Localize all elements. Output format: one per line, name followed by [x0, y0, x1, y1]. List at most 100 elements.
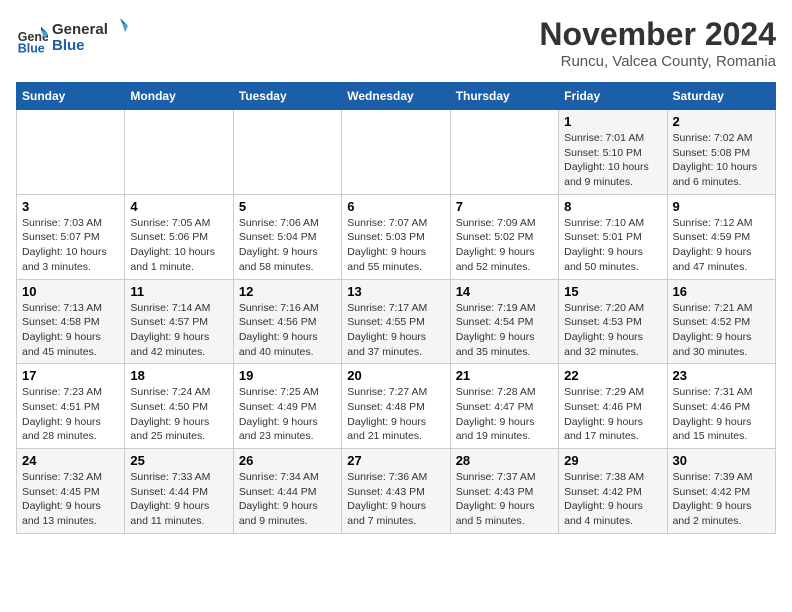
day-info: Sunrise: 7:12 AM Sunset: 4:59 PM Dayligh…	[673, 216, 770, 275]
calendar-cell: 14 Sunrise: 7:19 AM Sunset: 4:54 PM Dayli…	[450, 279, 558, 364]
calendar-cell: 9 Sunrise: 7:12 AM Sunset: 4:59 PM Daylig…	[667, 194, 775, 279]
day-number: 10	[22, 284, 119, 299]
calendar-cell: 16 Sunrise: 7:21 AM Sunset: 4:52 PM Dayli…	[667, 279, 775, 364]
day-info: Sunrise: 7:13 AM Sunset: 4:58 PM Dayligh…	[22, 301, 119, 360]
month-title: November 2024	[539, 16, 776, 53]
logo-svg: General Blue	[52, 16, 132, 56]
day-info: Sunrise: 7:28 AM Sunset: 4:47 PM Dayligh…	[456, 385, 553, 444]
calendar-cell	[342, 110, 450, 195]
day-number: 11	[130, 284, 227, 299]
day-number: 23	[673, 368, 770, 383]
day-info: Sunrise: 7:34 AM Sunset: 4:44 PM Dayligh…	[239, 470, 336, 529]
day-info: Sunrise: 7:23 AM Sunset: 4:51 PM Dayligh…	[22, 385, 119, 444]
calendar-cell: 15Sunrise: 7:20 AM Sunset: 4:53 PM Dayli…	[559, 279, 667, 364]
calendar-cell: 28 Sunrise: 7:37 AM Sunset: 4:43 PM Dayli…	[450, 449, 558, 534]
calendar-table: SundayMondayTuesdayWednesdayThursdayFrid…	[16, 82, 776, 534]
calendar-cell: 1Sunrise: 7:01 AM Sunset: 5:10 PM Daylig…	[559, 110, 667, 195]
calendar-week-row: 24 Sunrise: 7:32 AM Sunset: 4:45 PM Dayli…	[17, 449, 776, 534]
calendar-cell: 8Sunrise: 7:10 AM Sunset: 5:01 PM Daylig…	[559, 194, 667, 279]
day-number: 2	[673, 114, 770, 129]
calendar-cell: 25 Sunrise: 7:33 AM Sunset: 4:44 PM Dayli…	[125, 449, 233, 534]
calendar-cell: 7 Sunrise: 7:09 AM Sunset: 5:02 PM Daylig…	[450, 194, 558, 279]
calendar-cell: 13 Sunrise: 7:17 AM Sunset: 4:55 PM Dayli…	[342, 279, 450, 364]
calendar-cell: 24 Sunrise: 7:32 AM Sunset: 4:45 PM Dayli…	[17, 449, 125, 534]
calendar-cell: 3Sunrise: 7:03 AM Sunset: 5:07 PM Daylig…	[17, 194, 125, 279]
calendar-week-row: 10 Sunrise: 7:13 AM Sunset: 4:58 PM Dayli…	[17, 279, 776, 364]
day-info: Sunrise: 7:09 AM Sunset: 5:02 PM Dayligh…	[456, 216, 553, 275]
svg-text:General: General	[52, 21, 108, 38]
header: General Blue General Blue November 2024 …	[16, 16, 776, 70]
day-info: Sunrise: 7:17 AM Sunset: 4:55 PM Dayligh…	[347, 301, 444, 360]
day-info: Sunrise: 7:21 AM Sunset: 4:52 PM Dayligh…	[673, 301, 770, 360]
day-number: 24	[22, 453, 119, 468]
calendar-cell: 2Sunrise: 7:02 AM Sunset: 5:08 PM Daylig…	[667, 110, 775, 195]
weekday-header-sunday: Sunday	[17, 83, 125, 110]
svg-text:Blue: Blue	[18, 41, 45, 55]
logo-icon: General Blue	[16, 23, 48, 55]
day-number: 28	[456, 453, 553, 468]
calendar-cell	[125, 110, 233, 195]
day-number: 7	[456, 199, 553, 214]
calendar-cell: 17 Sunrise: 7:23 AM Sunset: 4:51 PM Dayli…	[17, 364, 125, 449]
calendar-cell: 5Sunrise: 7:06 AM Sunset: 5:04 PM Daylig…	[233, 194, 341, 279]
calendar-week-row: 17 Sunrise: 7:23 AM Sunset: 4:51 PM Dayli…	[17, 364, 776, 449]
day-number: 4	[130, 199, 227, 214]
day-number: 9	[673, 199, 770, 214]
calendar-cell: 6Sunrise: 7:07 AM Sunset: 5:03 PM Daylig…	[342, 194, 450, 279]
day-number: 14	[456, 284, 553, 299]
day-number: 21	[456, 368, 553, 383]
day-info: Sunrise: 7:29 AM Sunset: 4:46 PM Dayligh…	[564, 385, 661, 444]
day-info: Sunrise: 7:24 AM Sunset: 4:50 PM Dayligh…	[130, 385, 227, 444]
day-number: 25	[130, 453, 227, 468]
weekday-header-row: SundayMondayTuesdayWednesdayThursdayFrid…	[17, 83, 776, 110]
day-number: 19	[239, 368, 336, 383]
calendar-cell: 12 Sunrise: 7:16 AM Sunset: 4:56 PM Dayli…	[233, 279, 341, 364]
day-number: 30	[673, 453, 770, 468]
day-number: 26	[239, 453, 336, 468]
day-info: Sunrise: 7:37 AM Sunset: 4:43 PM Dayligh…	[456, 470, 553, 529]
calendar-cell: 11 Sunrise: 7:14 AM Sunset: 4:57 PM Dayli…	[125, 279, 233, 364]
calendar-cell: 19 Sunrise: 7:25 AM Sunset: 4:49 PM Dayli…	[233, 364, 341, 449]
calendar-cell: 23 Sunrise: 7:31 AM Sunset: 4:46 PM Dayli…	[667, 364, 775, 449]
day-info: Sunrise: 7:32 AM Sunset: 4:45 PM Dayligh…	[22, 470, 119, 529]
day-info: Sunrise: 7:14 AM Sunset: 4:57 PM Dayligh…	[130, 301, 227, 360]
day-number: 17	[22, 368, 119, 383]
day-info: Sunrise: 7:06 AM Sunset: 5:04 PM Dayligh…	[239, 216, 336, 275]
day-info: Sunrise: 7:39 AM Sunset: 4:42 PM Dayligh…	[673, 470, 770, 529]
calendar-cell: 30 Sunrise: 7:39 AM Sunset: 4:42 PM Dayli…	[667, 449, 775, 534]
day-info: Sunrise: 7:03 AM Sunset: 5:07 PM Dayligh…	[22, 216, 119, 275]
day-number: 20	[347, 368, 444, 383]
weekday-header-monday: Monday	[125, 83, 233, 110]
day-info: Sunrise: 7:10 AM Sunset: 5:01 PM Dayligh…	[564, 216, 661, 275]
day-number: 29	[564, 453, 661, 468]
weekday-header-thursday: Thursday	[450, 83, 558, 110]
day-info: Sunrise: 7:05 AM Sunset: 5:06 PM Dayligh…	[130, 216, 227, 275]
logo: General Blue General Blue	[16, 16, 132, 61]
day-info: Sunrise: 7:36 AM Sunset: 4:43 PM Dayligh…	[347, 470, 444, 529]
calendar-cell: 29 Sunrise: 7:38 AM Sunset: 4:42 PM Dayli…	[559, 449, 667, 534]
calendar-cell	[17, 110, 125, 195]
day-info: Sunrise: 7:25 AM Sunset: 4:49 PM Dayligh…	[239, 385, 336, 444]
weekday-header-friday: Friday	[559, 83, 667, 110]
location-subtitle: Runcu, Valcea County, Romania	[539, 53, 776, 70]
day-number: 12	[239, 284, 336, 299]
day-info: Sunrise: 7:01 AM Sunset: 5:10 PM Dayligh…	[564, 131, 661, 190]
calendar-cell: 26 Sunrise: 7:34 AM Sunset: 4:44 PM Dayli…	[233, 449, 341, 534]
day-info: Sunrise: 7:20 AM Sunset: 4:53 PM Dayligh…	[564, 301, 661, 360]
day-info: Sunrise: 7:19 AM Sunset: 4:54 PM Dayligh…	[456, 301, 553, 360]
day-number: 13	[347, 284, 444, 299]
calendar-cell: 20Sunrise: 7:27 AM Sunset: 4:48 PM Dayli…	[342, 364, 450, 449]
day-info: Sunrise: 7:16 AM Sunset: 4:56 PM Dayligh…	[239, 301, 336, 360]
day-number: 16	[673, 284, 770, 299]
title-area: November 2024 Runcu, Valcea County, Roma…	[539, 16, 776, 70]
calendar-week-row: 1Sunrise: 7:01 AM Sunset: 5:10 PM Daylig…	[17, 110, 776, 195]
day-info: Sunrise: 7:31 AM Sunset: 4:46 PM Dayligh…	[673, 385, 770, 444]
calendar-body: 1Sunrise: 7:01 AM Sunset: 5:10 PM Daylig…	[17, 110, 776, 534]
calendar-cell: 27 Sunrise: 7:36 AM Sunset: 4:43 PM Dayli…	[342, 449, 450, 534]
calendar-cell	[450, 110, 558, 195]
day-number: 27	[347, 453, 444, 468]
svg-text:Blue: Blue	[52, 37, 85, 54]
weekday-header-saturday: Saturday	[667, 83, 775, 110]
day-info: Sunrise: 7:38 AM Sunset: 4:42 PM Dayligh…	[564, 470, 661, 529]
day-info: Sunrise: 7:33 AM Sunset: 4:44 PM Dayligh…	[130, 470, 227, 529]
